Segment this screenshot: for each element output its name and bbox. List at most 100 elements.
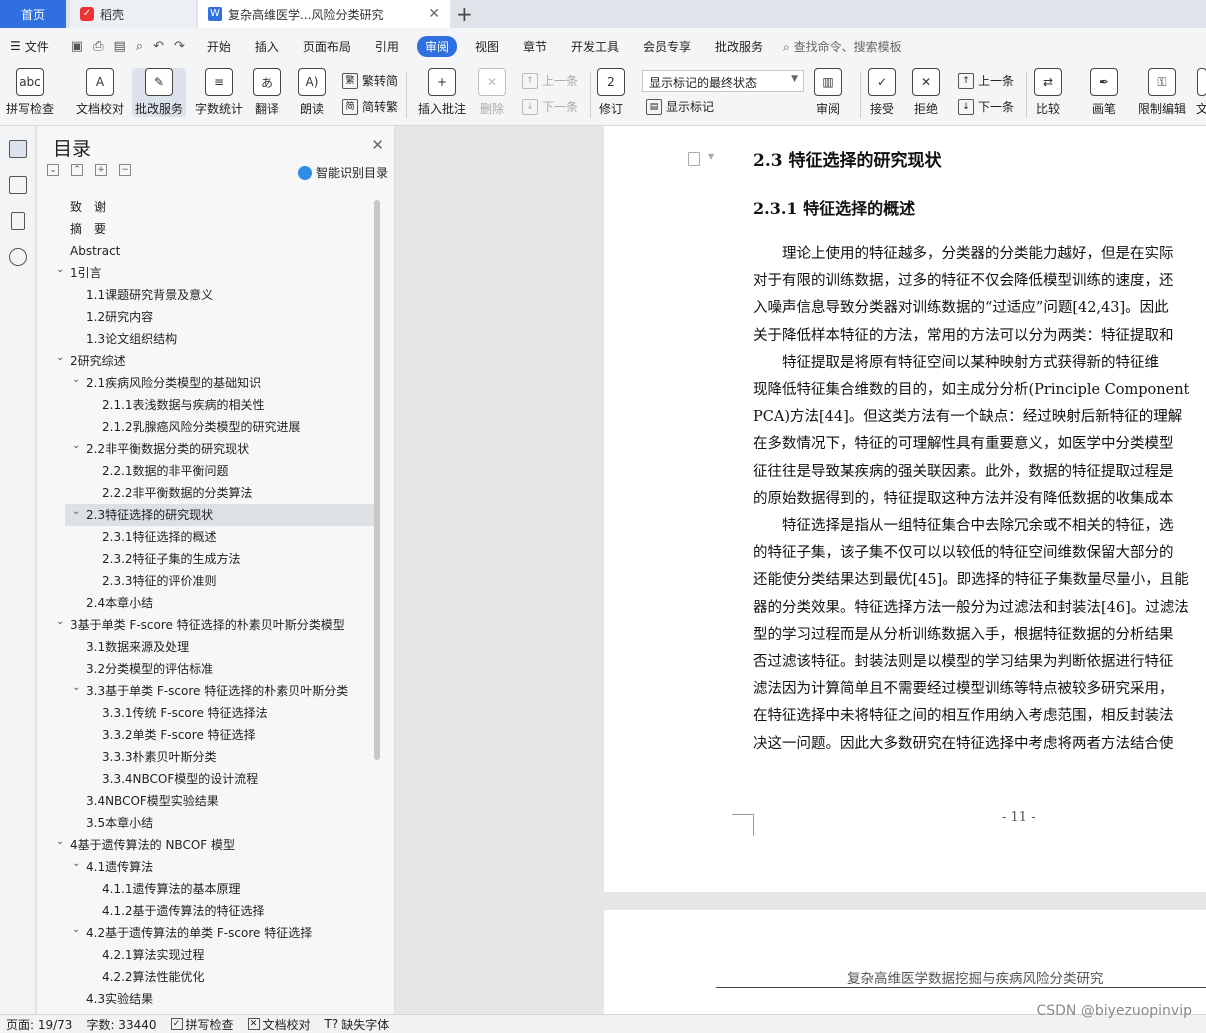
toc-panel-icon[interactable] xyxy=(9,140,27,158)
file-menu[interactable]: ☰ 文件 xyxy=(0,38,61,55)
toc-item[interactable]: 2.3.2特征子集的生成方法 xyxy=(37,548,377,570)
close-icon[interactable]: ✕ xyxy=(371,136,384,154)
doccheck-button[interactable]: A 文档校对 xyxy=(76,68,124,117)
paragraph-menu-icon[interactable] xyxy=(688,152,700,166)
toc-item[interactable]: 致 谢 xyxy=(37,196,377,218)
print-icon[interactable]: ▤ xyxy=(113,39,125,54)
toc-item[interactable]: 3.3.3朴素贝叶斯分类 xyxy=(37,746,377,768)
wordcount-button[interactable]: ≡ 字数统计 xyxy=(195,68,243,117)
toc-item[interactable]: 3.1数据来源及处理 xyxy=(37,636,377,658)
chevron-down-icon[interactable]: ⌄ xyxy=(72,369,80,391)
chapter-nav-icon[interactable] xyxy=(9,176,27,194)
proofread-status[interactable]: ✕ 文档校对 xyxy=(247,1016,311,1033)
missing-font-status[interactable]: T? 缺失字体 xyxy=(325,1016,390,1033)
search-icon[interactable] xyxy=(9,248,27,266)
bookmark-icon[interactable] xyxy=(11,212,25,230)
tab-close-icon[interactable]: ✕ xyxy=(428,6,440,22)
spellcheck-button[interactable]: abc 拼写检查 xyxy=(6,68,54,117)
more-button[interactable]: 文 xyxy=(1196,68,1206,117)
toc-item[interactable]: 4.1.1遗传算法的基本原理 xyxy=(37,878,377,900)
read-aloud-button[interactable]: A) 朗读 xyxy=(298,68,326,117)
spellcheck-toggle[interactable]: ✓ 拼写检查 xyxy=(170,1016,234,1033)
toc-item[interactable]: 2.1.2乳腺癌风险分类模型的研究进展 xyxy=(37,416,377,438)
page-indicator[interactable]: 页面: 19/73 xyxy=(6,1016,72,1033)
toc-item[interactable]: 2.3.3特征的评价准则 xyxy=(37,570,377,592)
toc-scrollbar[interactable] xyxy=(374,200,380,760)
menu-tab[interactable]: 会员专享 xyxy=(631,38,703,55)
expand-all-icon[interactable]: ⌃ xyxy=(71,164,83,176)
chevron-down-icon[interactable]: ⌄ xyxy=(72,501,80,523)
toc-item[interactable]: ⌄ 3基于单类 F-score 特征选择的朴素贝叶斯分类模型 xyxy=(37,614,377,636)
chevron-down-icon[interactable]: ⌄ xyxy=(56,259,64,281)
menu-tab[interactable]: 引用 xyxy=(363,38,411,55)
delete-comment-button[interactable]: ✕ 删除 xyxy=(478,68,506,117)
toc-item[interactable]: 3.5本章小结 xyxy=(37,812,377,834)
prev-change-button[interactable]: ↑ 上一条 xyxy=(958,72,1014,89)
toc-item[interactable]: Abstract xyxy=(37,240,377,262)
toc-item[interactable]: 4.1.2基于遗传算法的特征选择 xyxy=(37,900,377,922)
toc-item[interactable]: ⌄ 4基于遗传算法的 NBCOF 模型 xyxy=(37,834,377,856)
toc-item[interactable]: 3.2分类模型的评估标准 xyxy=(37,658,377,680)
toc-item[interactable]: 3.3.1传统 F-score 特征选择法 xyxy=(37,702,377,724)
compare-button[interactable]: ⇄ 比较 xyxy=(1034,68,1062,117)
chevron-down-icon[interactable]: ⌄ xyxy=(56,831,64,853)
menu-tab[interactable]: 开发工具 xyxy=(559,38,631,55)
next-change-button[interactable]: ↓ 下一条 xyxy=(958,98,1014,115)
save-icon[interactable]: ▣ xyxy=(71,39,83,54)
toc-item[interactable]: 1.3论文组织结构 xyxy=(37,328,377,350)
toc-item[interactable]: 3.3.4NBCOF模型的设计流程 xyxy=(37,768,377,790)
menu-tab[interactable]: 页面布局 xyxy=(291,38,363,55)
tab-home[interactable]: 首页 xyxy=(0,0,66,28)
markup-display-select[interactable]: 显示标记的最终状态 ▼ xyxy=(642,70,804,92)
toc-item[interactable]: 1.2研究内容 xyxy=(37,306,377,328)
toc-item[interactable]: 3.3.2单类 F-score 特征选择 xyxy=(37,724,377,746)
toc-item[interactable]: 4.2.2算法性能优化 xyxy=(37,966,377,988)
toc-item[interactable]: ⌄ 3.3基于单类 F-score 特征选择的朴素贝叶斯分类 xyxy=(37,680,377,702)
menu-tab[interactable]: 章节 xyxy=(511,38,559,55)
translate-button[interactable]: あ翻译 xyxy=(253,68,281,117)
restrict-editing-button[interactable]: ⚿ 限制编辑 xyxy=(1138,68,1186,117)
toc-item[interactable]: ⌄ 2.2非平衡数据分类的研究现状 xyxy=(37,438,377,460)
review-pane-button[interactable]: ▥ 审阅 xyxy=(814,68,842,117)
toc-item[interactable]: ⌄ 2.1疾病风险分类模型的基础知识 xyxy=(37,372,377,394)
simp-to-trad-button[interactable]: 简简转繁 xyxy=(342,98,398,115)
chevron-down-icon[interactable]: ⌄ xyxy=(72,435,80,457)
accept-button[interactable]: ✓ 接受 xyxy=(868,68,896,117)
print-preview-icon[interactable]: ⎙ xyxy=(93,39,103,54)
collapse-all-icon[interactable]: ⌄ xyxy=(47,164,59,176)
next-comment-button[interactable]: ↓ 下一条 xyxy=(522,98,578,115)
toc-item[interactable]: 4.3实验结果 xyxy=(37,988,377,1006)
trad-to-simp-button[interactable]: 繁繁转简 xyxy=(342,72,398,89)
chevron-down-icon[interactable]: ⌄ xyxy=(56,347,64,369)
toc-item[interactable]: ⌄ 4.1遗传算法 xyxy=(37,856,377,878)
toc-item[interactable]: ⌄ 2研究综述 xyxy=(37,350,377,372)
insert-comment-button[interactable]: + 插入批注 xyxy=(418,68,466,117)
prev-comment-button[interactable]: ↑ 上一条 xyxy=(522,72,578,89)
chevron-down-icon[interactable]: ⌄ xyxy=(72,919,80,941)
show-markup-button[interactable]: ▤ 显示标记 xyxy=(646,98,714,115)
redo-icon[interactable]: ↷ xyxy=(174,39,185,54)
chevron-down-icon[interactable]: ▼ xyxy=(708,152,714,161)
toc-item[interactable]: 2.1.1表浅数据与疾病的相关性 xyxy=(37,394,377,416)
toc-item[interactable]: 1.1课题研究背景及意义 xyxy=(37,284,377,306)
toc-item[interactable]: 2.2.1数据的非平衡问题 xyxy=(37,460,377,482)
command-search[interactable]: ⌕ 查找命令、搜索模板 xyxy=(783,38,902,55)
toc-item[interactable]: ⌄ 2.3特征选择的研究现状 xyxy=(65,504,377,526)
chevron-down-icon[interactable]: ⌄ xyxy=(56,611,64,633)
toc-item[interactable]: 2.4本章小结 xyxy=(37,592,377,614)
toc-item[interactable]: 2.2.2非平衡数据的分类算法 xyxy=(37,482,377,504)
menu-tab[interactable]: 批改服务 xyxy=(703,38,775,55)
remove-heading-icon[interactable]: − xyxy=(119,164,131,176)
toc-item[interactable]: ⌄ 1引言 xyxy=(37,262,377,284)
find-icon[interactable]: ⌕ xyxy=(136,39,143,54)
toc-item[interactable]: 4.2.1算法实现过程 xyxy=(37,944,377,966)
toc-item[interactable]: 2.3.1特征选择的概述 xyxy=(37,526,377,548)
menu-tab[interactable]: 插入 xyxy=(243,38,291,55)
tab-daoke[interactable]: ✓ 稻壳 xyxy=(70,0,196,28)
chevron-down-icon[interactable]: ⌄ xyxy=(72,853,80,875)
toc-item[interactable]: 摘 要 xyxy=(37,218,377,240)
new-tab-icon[interactable]: + xyxy=(456,2,473,26)
chevron-down-icon[interactable]: ⌄ xyxy=(72,677,80,699)
track-changes-button[interactable]: 2 修订 xyxy=(597,68,625,117)
undo-icon[interactable]: ↶ xyxy=(153,39,164,54)
